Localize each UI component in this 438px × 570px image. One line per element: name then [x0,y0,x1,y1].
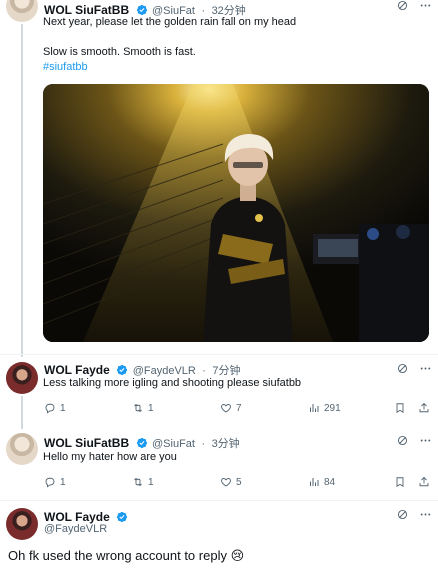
tweet-actions: 1 1 5 84 [44,476,432,492]
grok-icon[interactable] [396,362,409,375]
verified-badge-icon [116,511,128,523]
grok-icon[interactable] [396,434,409,447]
share-icon [418,476,430,488]
separator-dot: · [202,365,206,377]
author-name[interactable]: WOL Fayde [44,510,110,524]
view-count: 291 [324,402,341,414]
views-button[interactable]: 84 [308,476,335,488]
reply-count: 1 [60,402,66,414]
author-handle[interactable]: @FaydeVLR [44,523,107,535]
repost-count: 1 [148,476,154,488]
like-count: 5 [236,476,242,488]
tweet-text: Oh fk used the wrong account to reply 😢 [8,548,244,564]
like-icon [220,476,232,488]
like-button[interactable]: 7 [220,402,242,414]
avatar[interactable] [6,0,38,22]
bookmark-button[interactable] [394,476,406,488]
author-name[interactable]: WOL SiuFatBB [44,436,129,450]
repost-icon [132,402,144,414]
like-icon [220,402,232,414]
tweet-header-actions [396,0,432,12]
reply-count: 1 [60,476,66,488]
crying-emoji: 😢 [230,548,245,563]
repost-icon [132,476,144,488]
more-icon[interactable] [419,362,432,375]
tweet-header: WOL SiuFatBB @SiuFat · 3分钟 [44,434,240,452]
grok-icon[interactable] [396,508,409,521]
tweet-text-content: Oh fk used the wrong account to reply [8,548,227,563]
tweet-text: Less talking more igling and shooting pl… [43,377,302,389]
tweet-header-actions [396,508,432,521]
repost-button[interactable]: 1 [132,402,154,414]
views-button[interactable]: 291 [308,402,341,414]
author-handle[interactable]: @SiuFat [152,438,195,450]
divider [0,354,438,355]
author-handle[interactable]: @FaydeVLR [133,365,196,377]
tweet-text: Hello my hater how are you [43,451,177,463]
timestamp[interactable]: 7分钟 [212,365,240,377]
reply-icon [44,402,56,414]
timestamp[interactable]: 3分钟 [212,438,240,450]
separator-dot: · [201,438,206,450]
avatar[interactable] [6,362,38,394]
more-icon[interactable] [419,434,432,447]
thread-line [21,24,23,357]
repost-count: 1 [148,402,154,414]
reply-icon [44,476,56,488]
tweet-text-line-1: Next year, please let the golden rain fa… [43,16,297,28]
verified-badge-icon [116,364,128,376]
grok-icon[interactable] [396,0,409,12]
like-count: 7 [236,402,242,414]
author-name[interactable]: WOL Fayde [44,363,110,377]
tweet-header-actions [396,362,432,375]
tweet-photo[interactable] [43,84,429,342]
avatar[interactable] [6,433,38,465]
bookmark-icon [394,402,406,414]
view-count: 84 [324,476,336,488]
divider [0,500,438,501]
share-button[interactable] [418,402,430,414]
verified-badge-icon [136,4,148,16]
bookmark-button[interactable] [394,402,406,414]
author-name[interactable]: WOL SiuFatBB [44,3,129,17]
more-icon[interactable] [419,508,432,521]
views-icon [308,402,320,414]
like-button[interactable]: 5 [220,476,242,488]
photo-image [43,84,429,342]
share-button[interactable] [418,476,430,488]
reply-button[interactable]: 1 [44,476,66,488]
verified-badge-icon [136,437,148,449]
bookmark-icon [394,476,406,488]
views-icon [308,476,320,488]
thread-line [21,396,23,429]
share-icon [418,402,430,414]
tweet-header-actions [396,434,432,447]
avatar[interactable] [6,508,38,540]
repost-button[interactable]: 1 [132,476,154,488]
tweet-actions: 1 1 7 291 [44,402,432,418]
tweet-text-line-2: Slow is smooth. Smooth is fast. [43,46,196,58]
hashtag-link[interactable]: #siufatbb [43,61,88,73]
more-icon[interactable] [419,0,432,12]
reply-button[interactable]: 1 [44,402,66,414]
